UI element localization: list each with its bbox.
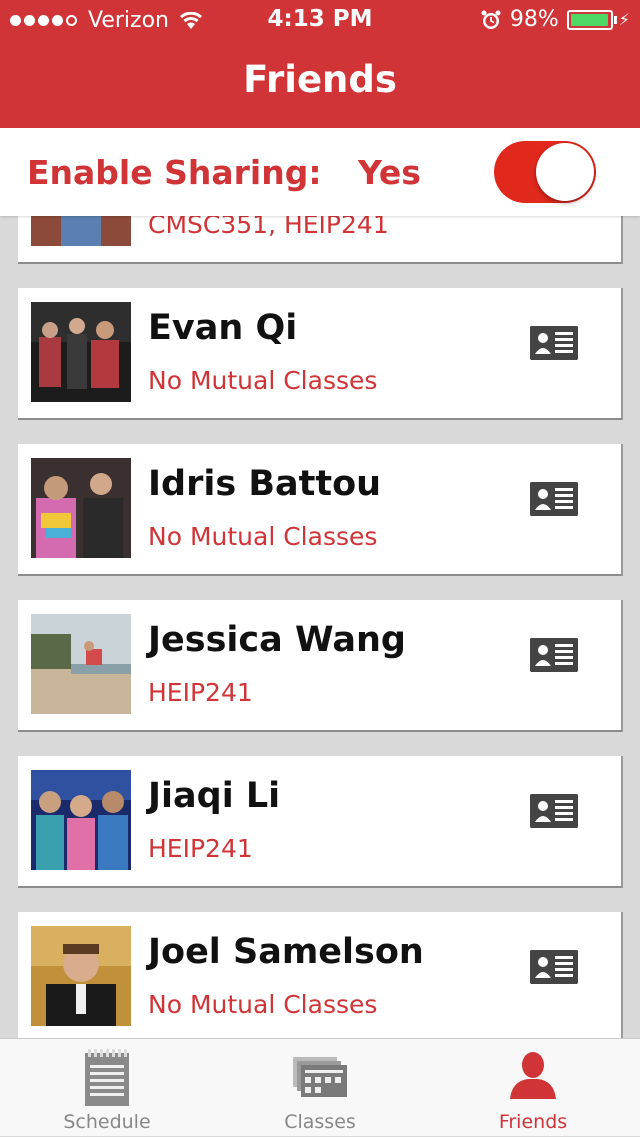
classes-icon (293, 1057, 347, 1097)
friend-card[interactable]: Jiaqi Li HEIP241 (18, 756, 623, 888)
status-bar: Verizon 4:13 PM 98% ⚡ (0, 0, 640, 40)
friend-mutual-classes: CMSC351, HEIP241 (148, 216, 389, 239)
sharing-toggle[interactable] (494, 141, 596, 203)
sharing-bar: Enable Sharing: Yes (0, 128, 640, 216)
friends-list[interactable]: CMSC351, HEIP241 Evan Qi No Mutual Class… (0, 216, 640, 1038)
friend-card[interactable]: Evan Qi No Mutual Classes (18, 288, 623, 420)
friend-card[interactable]: Idris Battou No Mutual Classes (18, 444, 623, 576)
contact-card-icon[interactable] (530, 950, 578, 984)
friend-mutual-classes: HEIP241 (148, 834, 253, 863)
friend-photo (31, 926, 131, 1026)
notepad-icon (85, 1049, 129, 1106)
friend-name: Idris Battou (148, 464, 382, 504)
friend-photo (31, 458, 131, 558)
tab-friends[interactable]: Friends (426, 1039, 640, 1137)
contact-card-icon[interactable] (530, 482, 578, 516)
friend-mutual-classes: No Mutual Classes (148, 366, 378, 395)
battery-icon (566, 9, 613, 30)
friend-card[interactable]: CMSC351, HEIP241 (18, 216, 623, 264)
friend-photo (31, 614, 131, 714)
contact-card-icon[interactable] (530, 326, 578, 360)
battery-percent: 98% (509, 7, 559, 32)
friend-mutual-classes: HEIP241 (148, 678, 253, 707)
page-title: Friends (243, 58, 397, 101)
contact-card-icon[interactable] (530, 638, 578, 672)
friend-photo (31, 770, 131, 870)
friend-mutual-classes: No Mutual Classes (148, 990, 378, 1019)
charging-icon: ⚡ (618, 10, 630, 29)
friend-card[interactable]: Joel Samelson No Mutual Classes (18, 912, 623, 1038)
friend-name: Jiaqi Li (148, 776, 281, 816)
enable-sharing-value: Yes (358, 153, 421, 192)
friend-name: Jessica Wang (148, 620, 406, 660)
friend-card[interactable]: Jessica Wang HEIP241 (18, 600, 623, 732)
tab-schedule-label: Schedule (63, 1111, 151, 1133)
friend-photo (31, 302, 131, 402)
enable-sharing-label: Enable Sharing: (27, 153, 322, 192)
toggle-knob (536, 143, 594, 201)
nav-header: Verizon 4:13 PM 98% ⚡ Friends (0, 0, 640, 128)
friend-name: Evan Qi (148, 308, 298, 348)
tab-friends-label: Friends (498, 1111, 568, 1133)
friend-name: Joel Samelson (148, 932, 424, 972)
person-icon (510, 1052, 556, 1099)
contact-card-icon[interactable] (530, 794, 578, 828)
alarm-icon (481, 10, 501, 29)
tab-bar: Schedule Classes Friends (0, 1038, 640, 1136)
friend-photo (31, 216, 131, 246)
tab-classes-label: Classes (284, 1111, 356, 1133)
friend-mutual-classes: No Mutual Classes (148, 522, 378, 551)
tab-classes[interactable]: Classes (213, 1039, 427, 1137)
tab-schedule[interactable]: Schedule (0, 1039, 214, 1137)
